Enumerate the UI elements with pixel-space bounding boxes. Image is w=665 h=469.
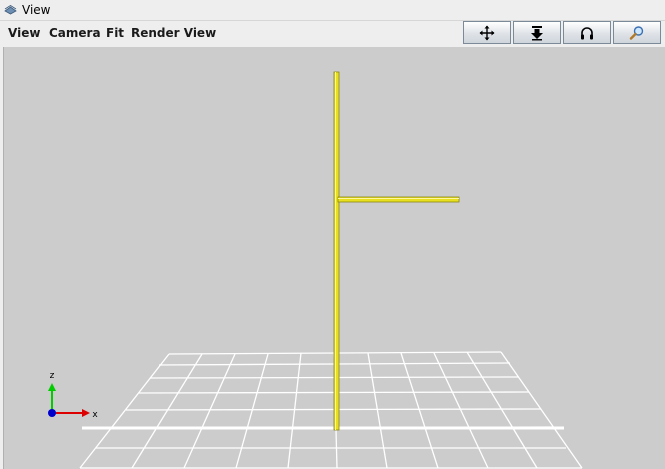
y-axis-dot [48,409,56,417]
x-axis-arrow [82,409,90,417]
zoom-button[interactable] [613,21,661,44]
move-arrows-icon [479,25,495,40]
menu-bar: View Camera Fit Render View [0,21,665,47]
orbit-button[interactable] [563,21,611,44]
menu-fit[interactable]: Fit [106,26,124,40]
window-icon[interactable] [4,5,17,16]
floor-grid [79,351,583,469]
z-axis-label: z [50,371,55,381]
menu-view[interactable]: View [8,26,40,40]
axis-triad: z x [48,371,98,420]
menu-camera[interactable]: Camera [49,26,101,40]
magnifier-icon [629,25,644,40]
3d-viewport[interactable]: z x [3,47,665,469]
headphones-icon [581,26,593,39]
horizontal-member[interactable] [337,196,460,203]
vertical-member[interactable] [333,71,340,431]
view-window: View View Camera Fit Render View z x [0,0,665,469]
window-title: View [22,3,51,17]
menu-render-view[interactable]: Render View [131,26,216,40]
scene-canvas[interactable]: z x [4,47,665,469]
title-bar: View [0,0,665,21]
pan-button[interactable] [463,21,511,44]
x-axis-label: x [92,410,98,420]
zoom-extents-button[interactable] [513,21,561,44]
arrow-down-icon [531,25,543,40]
z-axis-arrow [48,383,56,391]
